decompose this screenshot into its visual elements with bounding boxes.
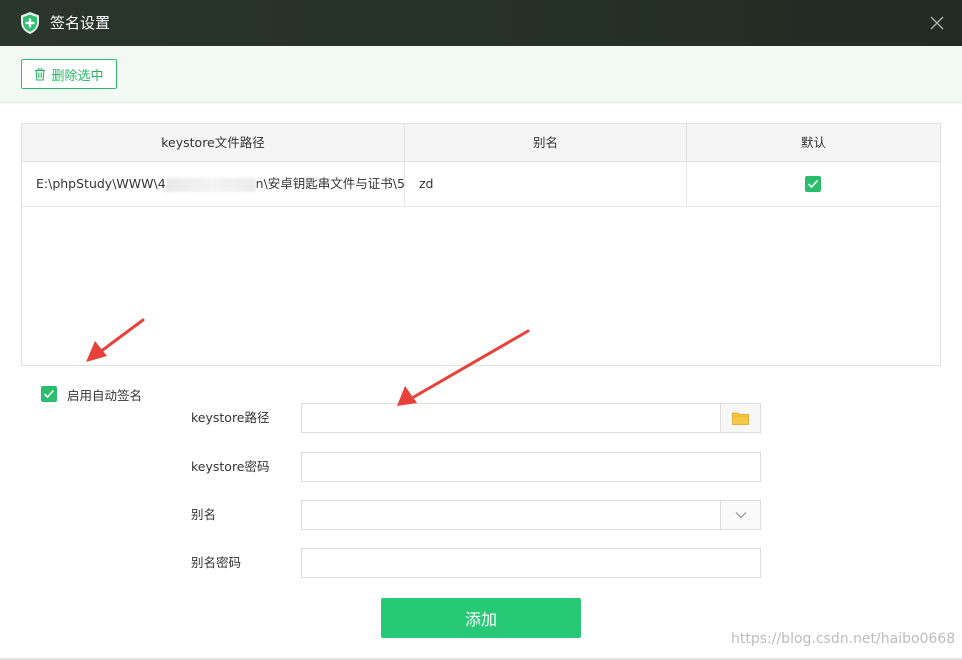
- alias-select[interactable]: [301, 500, 761, 530]
- chevron-down-icon: [735, 512, 746, 519]
- cell-default: [687, 162, 940, 206]
- auto-sign-option[interactable]: 启用自动签名: [41, 386, 143, 403]
- window-title: 签名设置: [50, 14, 111, 32]
- redacted-area: [165, 177, 256, 192]
- keystore-password-input[interactable]: [302, 453, 760, 481]
- auto-sign-label: 启用自动签名: [67, 387, 143, 403]
- trash-icon: [35, 67, 46, 81]
- keystore-path-input[interactable]: [302, 404, 760, 432]
- title-bar: 签名设置: [0, 0, 962, 46]
- alias-input[interactable]: [302, 501, 760, 529]
- cell-alias: zd: [405, 162, 687, 206]
- watermark: https://blog.csdn.net/haibo0668: [731, 631, 956, 647]
- alias-label: 别名: [191, 507, 217, 522]
- close-icon[interactable]: [926, 12, 948, 34]
- default-checkbox[interactable]: [805, 176, 821, 192]
- shield-plus-icon: [21, 12, 39, 34]
- keystore-path-label: keystore路径: [191, 410, 270, 425]
- folder-icon: [732, 412, 749, 425]
- keystore-password-label: keystore密码: [191, 459, 270, 474]
- alias-dropdown-button[interactable]: [720, 501, 760, 529]
- alias-password-label: 别名密码: [191, 555, 242, 570]
- check-icon: [807, 179, 819, 189]
- keystore-table: keystore文件路径 别名 默认 E:\phpStudy\WWW\4 n\安卓…: [21, 123, 941, 366]
- header-default[interactable]: 默认: [687, 124, 940, 162]
- keystore-path-field: [301, 403, 761, 433]
- delete-selected-label: 删除选中: [51, 68, 104, 84]
- path-end: n\安卓钥匙串文件与证书\5...: [255, 176, 405, 191]
- check-icon: [43, 389, 55, 399]
- header-alias[interactable]: 别名: [405, 124, 687, 162]
- auto-sign-checkbox[interactable]: [41, 386, 57, 402]
- delete-selected-button[interactable]: 删除选中: [21, 59, 117, 89]
- path-start: E:\phpStudy\WWW\4: [36, 176, 166, 191]
- browse-button[interactable]: [720, 404, 760, 432]
- table-header: keystore文件路径 别名 默认: [22, 124, 940, 162]
- cell-keystore-path: E:\phpStudy\WWW\4 n\安卓钥匙串文件与证书\5...: [22, 162, 405, 206]
- header-keystore-path[interactable]: keystore文件路径: [22, 124, 405, 162]
- alias-password-field: [301, 548, 761, 578]
- add-button[interactable]: 添加: [381, 598, 581, 638]
- keystore-password-field: [301, 452, 761, 482]
- toolbar: 删除选中: [0, 46, 962, 103]
- table-row[interactable]: E:\phpStudy\WWW\4 n\安卓钥匙串文件与证书\5... zd: [22, 162, 940, 207]
- alias-password-input[interactable]: [302, 549, 760, 577]
